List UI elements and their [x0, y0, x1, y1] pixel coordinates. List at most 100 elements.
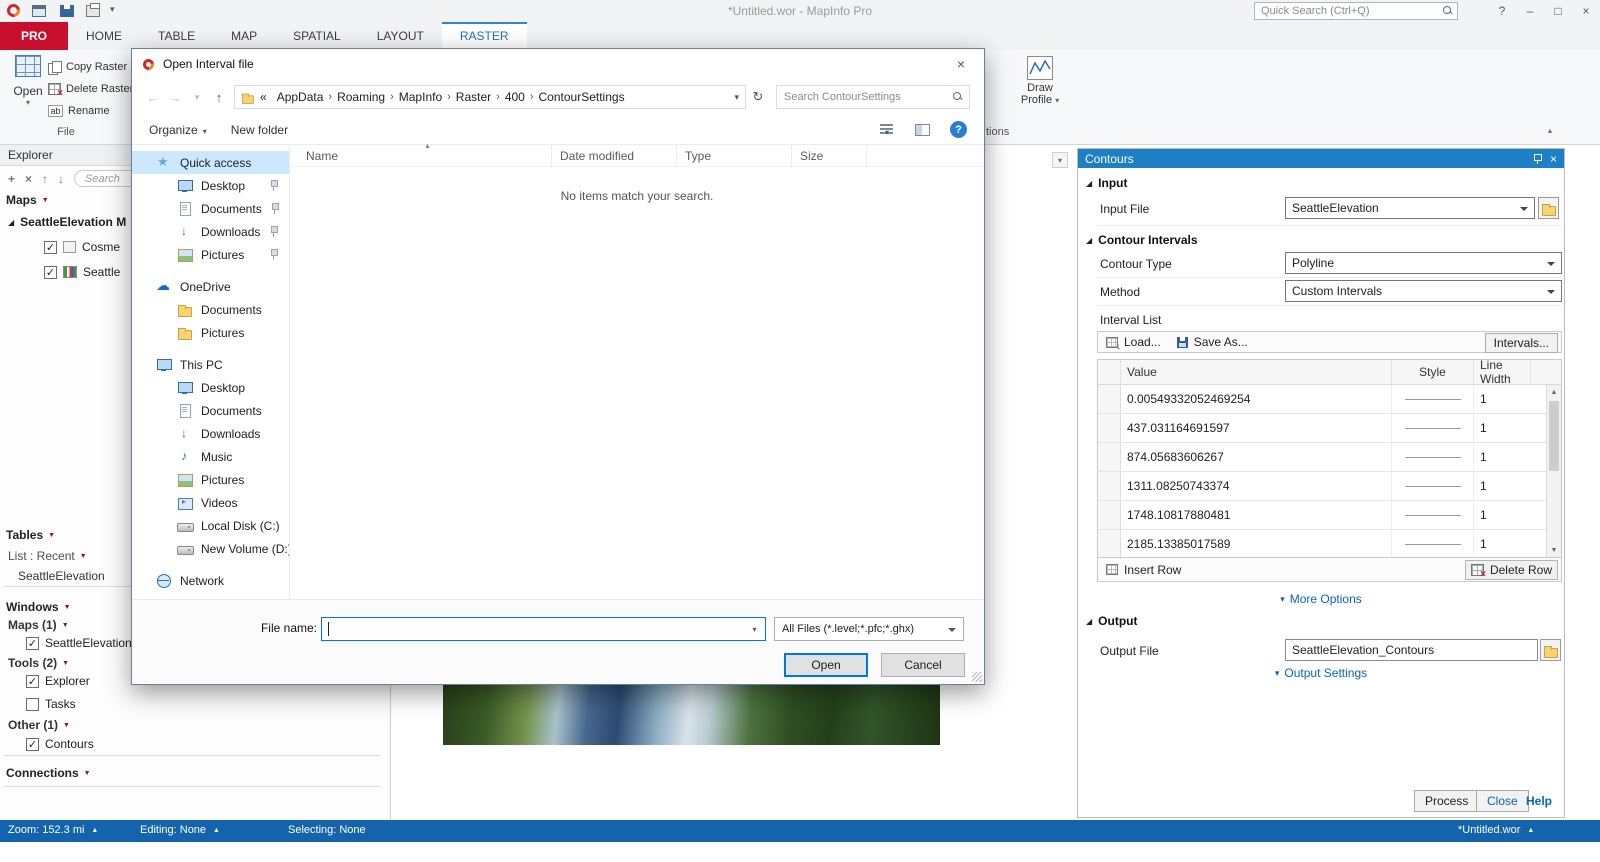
scroll-down-icon[interactable]	[1547, 543, 1561, 557]
sidebar-item-network[interactable]: Network	[132, 569, 289, 592]
sidebar-item-local-disk[interactable]: Local Disk (C:)	[132, 514, 289, 537]
recent-locations-chevron-icon[interactable]	[186, 92, 208, 103]
tool-checkbox[interactable]: ✓	[26, 675, 39, 688]
interval-line-width[interactable]: 1	[1474, 501, 1531, 529]
tab-home[interactable]: HOME	[68, 22, 140, 50]
interval-row[interactable]: 1748.10817880481 1	[1098, 501, 1561, 530]
pin-icon[interactable]	[1532, 153, 1542, 165]
breadcrumb-segment[interactable]: MapInfo	[394, 90, 447, 104]
sidebar-item-downloads[interactable]: Downloads	[132, 220, 289, 243]
quick-search-input[interactable]: Quick Search (Ctrl+Q)	[1254, 2, 1458, 20]
breadcrumb-segment[interactable]: Roaming	[332, 90, 390, 104]
add-icon[interactable]	[8, 172, 15, 186]
maximize-button[interactable]	[1544, 0, 1572, 22]
help-button[interactable]	[1488, 0, 1516, 22]
tab-spatial[interactable]: SPATIAL	[275, 22, 359, 50]
tab-table[interactable]: TABLE	[140, 22, 213, 50]
load-button[interactable]: Load...	[1106, 335, 1161, 349]
row-selector[interactable]	[1098, 414, 1121, 442]
close-panel-button[interactable]: Close	[1476, 790, 1529, 812]
sidebar-item-pictures[interactable]: Pictures	[132, 243, 289, 266]
sidebar-item-this-pc[interactable]: This PC	[132, 353, 289, 376]
output-settings-link[interactable]: Output Settings	[1275, 666, 1367, 680]
file-name-dropdown-icon[interactable]	[745, 619, 764, 639]
interval-line-width[interactable]: 1	[1474, 385, 1531, 413]
dialog-close-button[interactable]	[938, 49, 984, 79]
breadcrumb[interactable]: « AppData Roaming MapInfo Raster 400 Con…	[234, 85, 746, 109]
connections-section-header[interactable]: Connections	[6, 766, 91, 780]
interval-value[interactable]: 874.05683606267	[1121, 443, 1392, 471]
up-icon[interactable]	[208, 90, 230, 105]
table-scrollbar[interactable]	[1546, 385, 1561, 557]
tables-section-header[interactable]: Tables	[6, 528, 55, 542]
new-folder-button[interactable]: New folder	[231, 123, 288, 137]
interval-value[interactable]: 1748.10817880481	[1121, 501, 1392, 529]
view-mode-icon[interactable]	[880, 124, 893, 135]
workspace-status[interactable]: *Untitled.wor	[1458, 824, 1534, 836]
sidebar-item-quick-access[interactable]: Quick access	[132, 151, 289, 174]
draw-profile-button[interactable]: Draw Profile	[1012, 56, 1068, 132]
line-width-column-header[interactable]: Line Width	[1474, 360, 1531, 384]
selecting-status[interactable]: Selecting: None	[288, 824, 366, 836]
scrollbar-thumb[interactable]	[1549, 401, 1559, 471]
expand-triangle-icon[interactable]	[8, 218, 14, 227]
breadcrumb-segment[interactable]: AppData	[272, 90, 329, 104]
size-column-header[interactable]: Size	[792, 145, 867, 166]
interval-line-width[interactable]: 1	[1474, 472, 1531, 500]
layer-item-raster[interactable]: ✓ Seattle	[44, 265, 120, 279]
more-options-link[interactable]: More Options	[1280, 592, 1362, 606]
row-selector[interactable]	[1098, 501, 1121, 529]
interval-style[interactable]	[1392, 414, 1474, 442]
close-panel-icon[interactable]	[1550, 152, 1557, 166]
intervals-button[interactable]: Intervals...	[1485, 333, 1558, 353]
file-name-input[interactable]	[321, 617, 766, 641]
customize-toolbar-chevron-icon[interactable]	[110, 4, 115, 15]
sidebar-item-pc-desktop[interactable]: Desktop	[132, 376, 289, 399]
tab-layout[interactable]: LAYOUT	[359, 22, 442, 50]
table-item[interactable]: SeattleElevation	[18, 569, 105, 583]
contour-type-combo[interactable]: Polyline	[1285, 252, 1562, 274]
interval-style[interactable]	[1392, 501, 1474, 529]
method-combo[interactable]: Custom Intervals	[1285, 280, 1562, 302]
maps-section-header[interactable]: Maps	[6, 193, 49, 207]
input-section-header[interactable]: Input	[1086, 176, 1127, 190]
map-tree-root[interactable]: SeattleElevation M	[8, 215, 126, 229]
tool-item-explorer[interactable]: ✓ Explorer	[26, 674, 90, 688]
back-icon[interactable]	[142, 90, 164, 105]
printer-icon[interactable]	[86, 5, 100, 17]
breadcrumb-segment[interactable]: ContourSettings	[534, 90, 630, 104]
sidebar-item-pc-music[interactable]: Music	[132, 445, 289, 468]
window-checkbox[interactable]: ✓	[26, 637, 39, 650]
other-checkbox[interactable]: ✓	[26, 738, 39, 751]
interval-style[interactable]	[1392, 530, 1474, 558]
interval-row[interactable]: 1311.08250743374 1	[1098, 472, 1561, 501]
interval-row[interactable]: 874.05683606267 1	[1098, 443, 1561, 472]
interval-row[interactable]: 437.031164691597 1	[1098, 414, 1561, 443]
interval-row[interactable]: 2185.13385017589 1	[1098, 530, 1561, 558]
row-selector[interactable]	[1098, 443, 1121, 471]
breadcrumb-segment[interactable]: 400	[500, 90, 530, 104]
open-button[interactable]: Open	[784, 653, 868, 677]
name-column-header[interactable]: Name	[290, 145, 552, 166]
tab-pro[interactable]: PRO	[0, 22, 68, 50]
interval-value[interactable]: 2185.13385017589	[1121, 530, 1392, 558]
interval-value[interactable]: 437.031164691597	[1121, 414, 1392, 442]
tab-map[interactable]: MAP	[213, 22, 275, 50]
delete-raster-button[interactable]: Delete Raster	[48, 80, 133, 98]
interval-line-width[interactable]: 1	[1474, 443, 1531, 471]
insert-row-button[interactable]: Insert Row	[1101, 561, 1186, 579]
help-link[interactable]: Help	[1526, 794, 1552, 808]
preview-pane-icon[interactable]	[915, 124, 930, 136]
minimize-button[interactable]	[1516, 0, 1544, 22]
move-down-icon[interactable]	[58, 172, 64, 186]
cancel-button[interactable]: Cancel	[881, 653, 965, 677]
sidebar-item-pc-documents[interactable]: Documents	[132, 399, 289, 422]
value-column-header[interactable]: Value	[1121, 360, 1392, 384]
output-section-header[interactable]: Output	[1086, 614, 1137, 628]
type-column-header[interactable]: Type	[677, 145, 792, 166]
open-raster-button[interactable]: Open	[8, 55, 48, 131]
breadcrumb-segment[interactable]: Raster	[451, 90, 496, 104]
row-selector[interactable]	[1098, 530, 1121, 558]
layer-checkbox[interactable]: ✓	[44, 266, 57, 279]
date-modified-column-header[interactable]: Date modified	[552, 145, 677, 166]
